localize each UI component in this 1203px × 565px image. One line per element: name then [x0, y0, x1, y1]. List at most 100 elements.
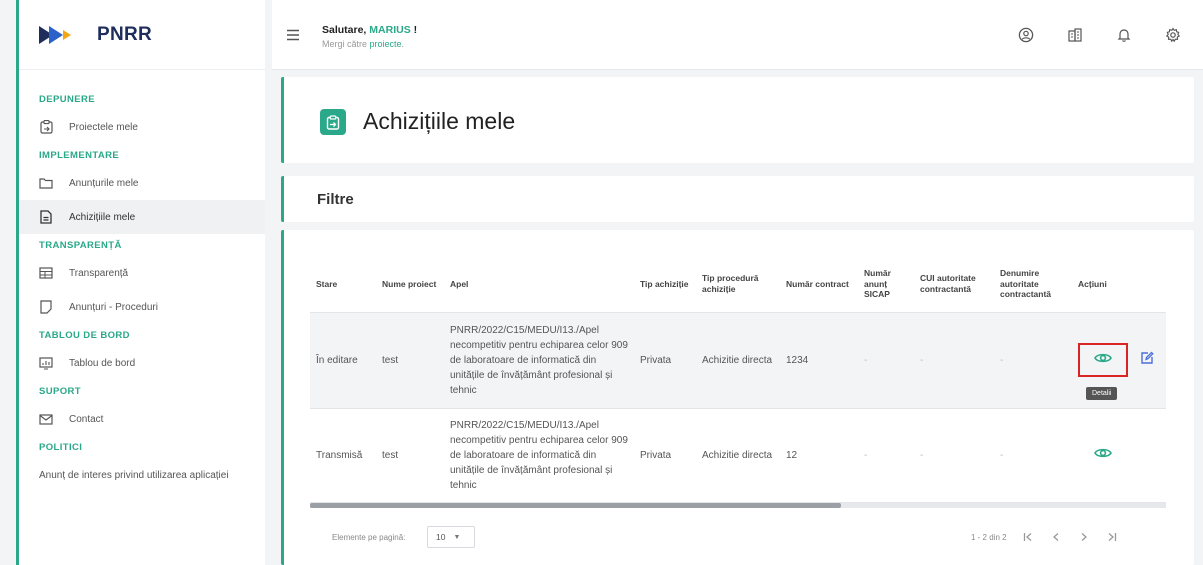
cell-numar-contract: 12: [780, 408, 858, 503]
scrollbar-thumb[interactable]: [310, 503, 841, 508]
cell-actiuni: [1072, 408, 1166, 503]
goto-line: Mergi către proiecte.: [322, 39, 404, 49]
section-politici: POLITICI: [39, 441, 83, 453]
cell-denumire: -: [994, 312, 1072, 409]
sidebar-item-label: Tablou de bord: [69, 357, 136, 369]
cell-nume: test: [376, 408, 444, 503]
per-page-label: Elemente pe pagină:: [332, 533, 406, 542]
page-icon: [39, 300, 53, 314]
cell-numar-contract: 1234: [780, 312, 858, 409]
sidebar: PNRR DEPUNERE Proiectele mele IMPLEMENTA…: [16, 0, 265, 565]
cell-nume: test: [376, 312, 444, 409]
sidebar-item-label: Anunțurile mele: [69, 177, 139, 189]
cell-stare: În editare: [310, 312, 376, 409]
bell-icon[interactable]: [1110, 21, 1138, 49]
goto-projects-link[interactable]: proiecte: [370, 39, 402, 49]
col-stare: Stare: [310, 256, 376, 313]
pnrr-logo-icon: [39, 24, 87, 46]
cell-stare: Transmisă: [310, 408, 376, 503]
row-actions: [1078, 438, 1160, 472]
sidebar-item-transparenta[interactable]: Transparență: [19, 256, 265, 290]
sidebar-item-achizitii[interactable]: Achizițiile mele: [19, 200, 265, 234]
table-row: În editare test PNRR/2022/C15/MEDU/I13./…: [310, 312, 1166, 409]
view-details-button[interactable]: [1078, 438, 1128, 472]
row-actions: [1078, 343, 1160, 377]
menu-icon[interactable]: [286, 28, 300, 42]
edit-icon: [1140, 351, 1154, 368]
gear-icon[interactable]: [1159, 21, 1187, 49]
app: PNRR DEPUNERE Proiectele mele IMPLEMENTA…: [0, 0, 1203, 565]
cell-tip-procedura: Achizitie directa: [696, 408, 780, 503]
col-denumire: Denumire autoritate contractantă: [994, 256, 1072, 313]
sidebar-item-anunt-interes[interactable]: Anunț de interes privind utilizarea apli…: [19, 458, 265, 492]
sidebar-item-label: Achizițiile mele: [69, 211, 136, 223]
section-implementare: IMPLEMENTARE: [39, 149, 120, 161]
mail-icon: [39, 412, 53, 426]
sidebar-item-tablou[interactable]: Tablou de bord: [19, 346, 265, 380]
procurements-table-card: Stare Nume proiect Apel Tip achiziție Ti…: [281, 230, 1194, 565]
last-page-icon[interactable]: [1098, 526, 1126, 548]
sidebar-item-anunturi[interactable]: Anunțurile mele: [19, 166, 265, 200]
sidebar-item-label: Proiectele mele: [69, 121, 138, 133]
cell-apel: PNRR/2022/C15/MEDU/I13./Apel necompetiti…: [444, 408, 634, 503]
col-numar-contract: Număr contract: [780, 256, 858, 313]
eye-icon: [1094, 447, 1112, 464]
goto-prefix: Mergi către: [322, 39, 370, 49]
edit-button[interactable]: [1140, 351, 1154, 370]
table-header-row: Stare Nume proiect Apel Tip achiziție Ti…: [310, 256, 1166, 313]
greeting-end: !: [410, 24, 418, 36]
brand-name: PNRR: [97, 23, 153, 45]
cell-tip-achizitie: Privata: [634, 408, 696, 503]
prev-page-icon[interactable]: [1042, 526, 1070, 548]
cell-denumire: -: [994, 408, 1072, 503]
cell-cui: -: [914, 312, 994, 409]
horizontal-scrollbar[interactable]: [310, 503, 1166, 508]
cell-cui: -: [914, 408, 994, 503]
user-name: MARIUS: [369, 24, 411, 36]
sidebar-item-label: Contact: [69, 413, 104, 425]
table-row: Transmisă test PNRR/2022/C15/MEDU/I13./A…: [310, 408, 1166, 503]
building-icon[interactable]: [1061, 21, 1089, 49]
sidebar-item-label: Anunțuri - Proceduri: [69, 301, 158, 313]
first-page-icon[interactable]: [1014, 526, 1042, 548]
sidebar-item-contact[interactable]: Contact: [19, 402, 265, 436]
col-actiuni: Acțiuni: [1072, 256, 1166, 313]
cell-tip-achizitie: Privata: [634, 312, 696, 409]
col-apel: Apel: [444, 256, 634, 313]
table-icon: [39, 266, 53, 280]
col-tip-procedura: Tip procedură achiziție: [696, 256, 780, 313]
user-icon[interactable]: [1012, 21, 1040, 49]
view-details-button[interactable]: [1078, 343, 1128, 377]
pager-nav: [1014, 526, 1126, 548]
next-page-icon[interactable]: [1070, 526, 1098, 548]
document-icon: [39, 210, 53, 224]
page-title: Achizițiile mele: [363, 108, 516, 134]
dashboard-icon: [39, 356, 53, 370]
section-suport: SUPORT: [39, 385, 81, 397]
folder-icon: [39, 176, 53, 190]
filters-card[interactable]: Filtre: [281, 176, 1194, 222]
procurements-table: Stare Nume proiect Apel Tip achiziție Ti…: [310, 256, 1166, 503]
logo[interactable]: PNRR: [19, 0, 265, 70]
clipboard-icon: [320, 109, 346, 135]
details-tooltip: Detalii: [1086, 387, 1118, 400]
sidebar-item-label: Transparență: [69, 267, 129, 279]
sidebar-item-proiecte[interactable]: Proiectele mele: [19, 110, 265, 144]
topbar-actions: [991, 0, 1203, 70]
cell-numar-anunt: -: [858, 408, 914, 503]
col-tip-achizitie: Tip achiziție: [634, 256, 696, 313]
per-page-select[interactable]: 10 ▼: [427, 526, 475, 548]
greeting-text: Salutare,: [322, 24, 370, 36]
sidebar-item-anunturi-proceduri[interactable]: Anunțuri - Proceduri: [19, 290, 265, 324]
filters-title[interactable]: Filtre: [317, 191, 354, 208]
caret-down-icon: ▼: [453, 533, 461, 541]
topbar: Salutare, MARIUS ! Mergi către proiecte.: [272, 0, 1203, 70]
goto-suffix: .: [401, 39, 405, 49]
cell-apel: PNRR/2022/C15/MEDU/I13./Apel necompetiti…: [444, 312, 634, 409]
col-numar-anunt: Număr anunț SICAP: [858, 256, 914, 313]
range-label: 1 - 2 din 2: [971, 533, 1007, 542]
col-cui: CUI autoritate contractantă: [914, 256, 994, 313]
cell-numar-anunt: -: [858, 312, 914, 409]
paginator: Elemente pe pagină: 10 ▼ 1 - 2 din 2: [310, 526, 1166, 550]
page-header-card: Achizițiile mele: [281, 77, 1194, 163]
